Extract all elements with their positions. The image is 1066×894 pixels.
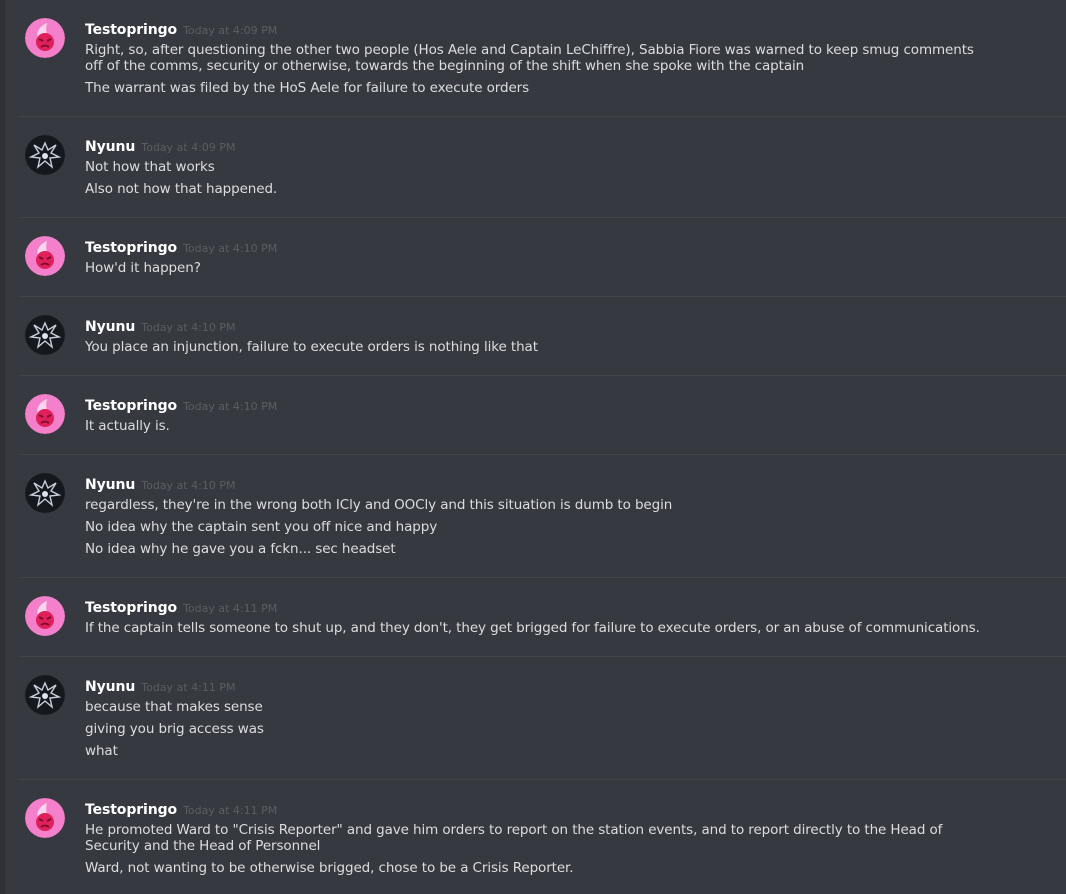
avatar[interactable] [25, 394, 65, 434]
pink-avatar-icon [25, 236, 65, 276]
username[interactable]: Testopringo [85, 600, 177, 616]
avatar[interactable] [25, 473, 65, 513]
message-text: It actually is. [85, 418, 170, 434]
username[interactable]: Testopringo [85, 398, 177, 414]
message-divider [20, 296, 1066, 297]
message-divider [20, 656, 1066, 657]
message-text: The warrant was filed by the HoS Aele fo… [85, 80, 530, 96]
username[interactable]: Nyunu [85, 139, 135, 155]
message-text: Ward, not wanting to be otherwise brigge… [85, 860, 574, 876]
timestamp: Today at 4:09 PM [141, 141, 236, 154]
username[interactable]: Testopringo [85, 240, 177, 256]
avatar[interactable] [25, 315, 65, 355]
timestamp: Today at 4:09 PM [183, 24, 278, 37]
message-text: regardless, they're in the wrong both IC… [85, 497, 673, 513]
message-text: He promoted Ward to "Crisis Reporter" an… [85, 822, 943, 854]
timestamp: Today at 4:11 PM [183, 804, 278, 817]
message-text: No idea why the captain sent you off nic… [85, 519, 438, 535]
message-divider [20, 779, 1066, 780]
avatar[interactable] [25, 236, 65, 276]
timestamp: Today at 4:11 PM [141, 681, 236, 694]
message-divider [20, 116, 1066, 117]
timestamp: Today at 4:10 PM [183, 242, 278, 255]
username[interactable]: Nyunu [85, 319, 135, 335]
message-divider [20, 217, 1066, 218]
dark-avatar-icon [25, 315, 65, 355]
username[interactable]: Nyunu [85, 477, 135, 493]
avatar[interactable] [25, 596, 65, 636]
message-text: You place an injunction, failure to exec… [85, 339, 538, 355]
message-divider [20, 577, 1066, 578]
timestamp: Today at 4:10 PM [183, 400, 278, 413]
message-text: Also not how that happened. [85, 181, 278, 197]
timestamp: Today at 4:10 PM [141, 479, 236, 492]
avatar[interactable] [25, 18, 65, 58]
dark-avatar-icon [25, 675, 65, 715]
pink-avatar-icon [25, 18, 65, 58]
timestamp: Today at 4:10 PM [141, 321, 236, 334]
avatar[interactable] [25, 675, 65, 715]
dark-avatar-icon [25, 473, 65, 513]
pink-avatar-icon [25, 798, 65, 838]
message-divider [20, 454, 1066, 455]
username[interactable]: Testopringo [85, 22, 177, 38]
message-divider [20, 375, 1066, 376]
message-text: Right, so, after questioning the other t… [85, 42, 974, 74]
message-text: If the captain tells someone to shut up,… [85, 620, 980, 636]
avatar[interactable] [25, 798, 65, 838]
message-text: No idea why he gave you a fckn... sec he… [85, 541, 396, 557]
username[interactable]: Testopringo [85, 802, 177, 818]
left-edge-strip [0, 0, 5, 894]
pink-avatar-icon [25, 394, 65, 434]
message-text: because that makes sense [85, 699, 263, 715]
message-text: How'd it happen? [85, 260, 201, 276]
avatar[interactable] [25, 135, 65, 175]
dark-avatar-icon [25, 135, 65, 175]
message-text: giving you brig access was [85, 721, 264, 737]
message-text: what [85, 743, 118, 759]
timestamp: Today at 4:11 PM [183, 602, 278, 615]
pink-avatar-icon [25, 596, 65, 636]
username[interactable]: Nyunu [85, 679, 135, 695]
message-text: Not how that works [85, 159, 215, 175]
